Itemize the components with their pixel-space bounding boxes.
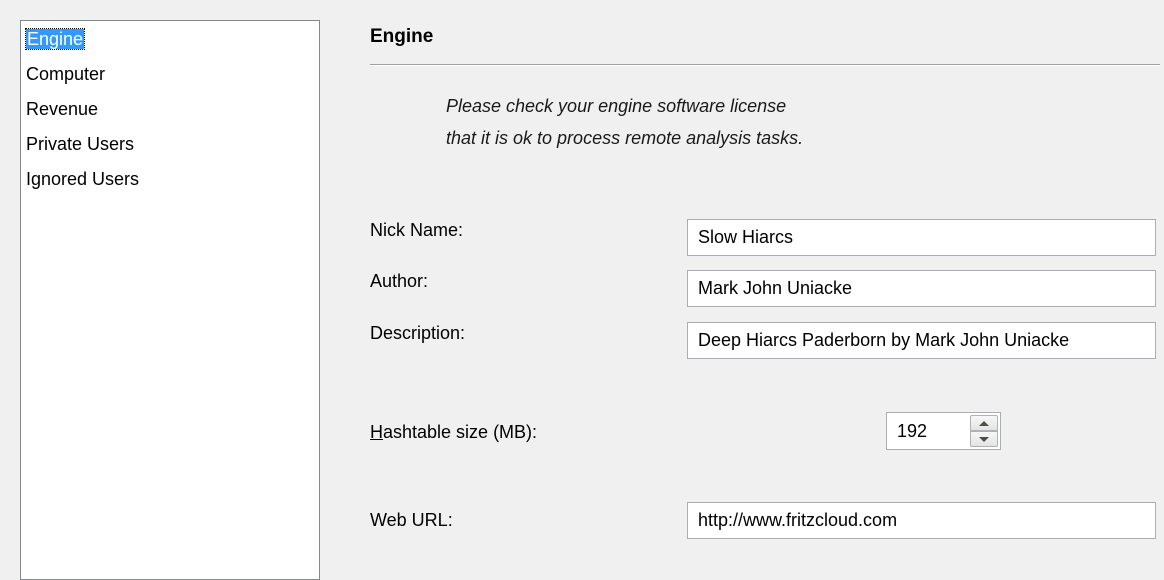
nav-item-revenue[interactable]: Revenue: [25, 92, 319, 127]
license-notice-line-2: that it is ok to process remote analysis…: [446, 128, 804, 148]
nav-item-ignored-users[interactable]: Ignored Users: [25, 162, 319, 197]
license-notice: Please check your engine software licens…: [446, 90, 803, 154]
description-field[interactable]: [687, 322, 1156, 359]
hashtable-accelerator-key: H: [370, 422, 383, 442]
nav-item-label: Private Users: [26, 134, 135, 154]
web-url-field[interactable]: [687, 502, 1156, 539]
nav-item-private-users[interactable]: Private Users: [25, 127, 319, 162]
hashtable-size-label: Hashtable size (MB):: [370, 422, 537, 443]
nav-item-label: Engine: [24, 28, 86, 50]
nav-item-label: Computer: [26, 64, 106, 84]
hashtable-size-spinner[interactable]: [886, 412, 1001, 450]
spin-down-button[interactable]: [970, 431, 998, 447]
spin-up-button[interactable]: [970, 415, 998, 431]
spin-up-arrow-icon: [979, 420, 989, 426]
settings-category-list[interactable]: Engine Computer Revenue Private Users Ig…: [20, 20, 320, 580]
nav-item-label: Ignored Users: [26, 169, 140, 189]
section-divider: [370, 64, 1160, 66]
web-url-label: Web URL:: [370, 510, 453, 530]
hashtable-label-text: ashtable size (MB):: [383, 422, 538, 442]
author-field[interactable]: [687, 270, 1156, 307]
description-label: Description:: [370, 323, 466, 343]
hashtable-size-input[interactable]: [887, 413, 967, 449]
nav-item-computer[interactable]: Computer: [25, 57, 319, 92]
spinner-buttons: [970, 415, 998, 447]
section-title: Engine: [370, 26, 434, 47]
nav-item-engine[interactable]: Engine: [24, 22, 319, 57]
nav-item-label: Revenue: [26, 99, 99, 119]
nick-name-label: Nick Name:: [370, 220, 464, 240]
nick-name-field[interactable]: [687, 219, 1156, 256]
author-label: Author:: [370, 271, 429, 291]
license-notice-line-1: Please check your engine software licens…: [446, 96, 787, 116]
spin-down-arrow-icon: [979, 436, 989, 442]
